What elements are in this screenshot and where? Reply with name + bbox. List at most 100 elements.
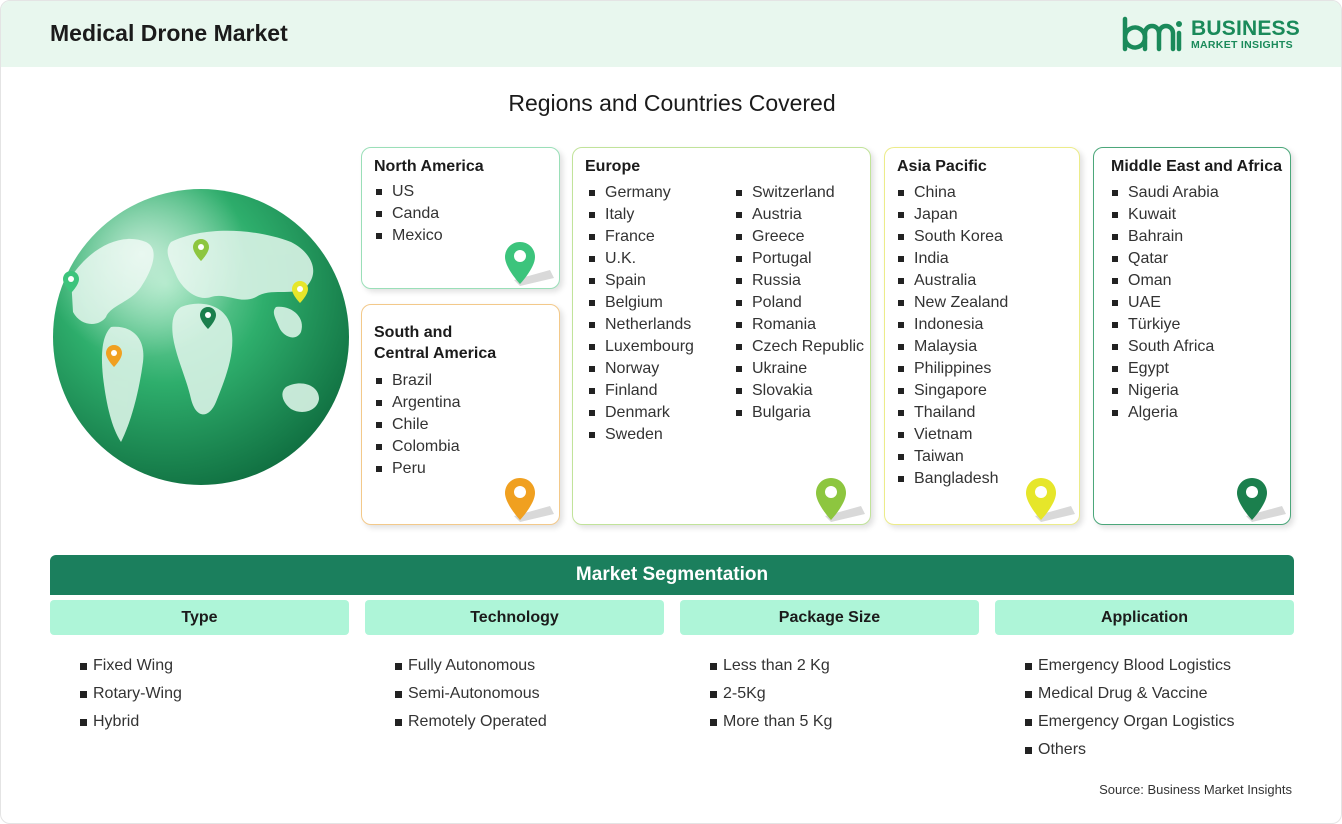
- list-item: Mexico: [375, 225, 443, 247]
- region-title-middle-east-africa: Middle East and Africa: [1111, 158, 1282, 175]
- location-pin-icon: [505, 242, 554, 286]
- list-item: UAE: [1111, 292, 1219, 314]
- segment-list: Emergency Blood Logistics Medical Drug &…: [995, 652, 1294, 764]
- country-list-europe-col1: Germany Italy France U.K. Spain Belgium …: [588, 182, 694, 446]
- list-item: Germany: [588, 182, 694, 204]
- list-item: Bahrain: [1111, 226, 1219, 248]
- list-item: China: [897, 182, 1008, 204]
- region-card-north-america: North America US Canda Mexico: [361, 147, 560, 289]
- list-item: Japan: [897, 204, 1008, 226]
- segment-heading: Package Size: [680, 600, 979, 635]
- list-item: Thailand: [897, 402, 1008, 424]
- list-item: Slovakia: [735, 380, 864, 402]
- list-item: Philippines: [897, 358, 1008, 380]
- region-title-south-central-america: South and Central America: [374, 324, 497, 362]
- region-card-middle-east-africa: Middle East and Africa Saudi Arabia Kuwa…: [1093, 147, 1291, 525]
- region-title-asia-pacific: Asia Pacific: [897, 158, 987, 175]
- region-card-asia-pacific: Asia Pacific China Japan South Korea Ind…: [884, 147, 1080, 525]
- list-item: Taiwan: [897, 446, 1008, 468]
- list-item: Emergency Blood Logistics: [1025, 652, 1294, 680]
- segment-column-package-size: Package Size Less than 2 Kg 2-5Kg More t…: [680, 600, 979, 736]
- regions-title: Regions and Countries Covered: [508, 90, 836, 116]
- segment-heading: Type: [50, 600, 349, 635]
- logo-brand-text: BUSINESS: [1191, 17, 1300, 40]
- list-item: Denmark: [588, 402, 694, 424]
- country-list-north-america: US Canda Mexico: [375, 181, 443, 247]
- list-item: Poland: [735, 292, 864, 314]
- header-bar: Medical Drone Market BUSINESS MARKET INS…: [1, 1, 1341, 67]
- segment-list: Less than 2 Kg 2-5Kg More than 5 Kg: [680, 652, 979, 736]
- list-item: Austria: [735, 204, 864, 226]
- segment-heading: Technology: [365, 600, 664, 635]
- brand-logo: BUSINESS MARKET INSIGHTS: [1121, 15, 1301, 55]
- segment-heading: Application: [995, 600, 1294, 635]
- list-item: Rotary-Wing: [80, 680, 349, 708]
- list-item: Vietnam: [897, 424, 1008, 446]
- location-pin-icon: [816, 478, 865, 522]
- list-item: Greece: [735, 226, 864, 248]
- list-item: Bulgaria: [735, 402, 864, 424]
- list-item: Nigeria: [1111, 380, 1219, 402]
- list-item: 2-5Kg: [710, 680, 979, 708]
- list-item: Semi-Autonomous: [395, 680, 664, 708]
- country-list-south-central-america: Brazil Argentina Chile Colombia Peru: [375, 370, 461, 480]
- location-pin-icon: [1237, 478, 1286, 522]
- list-item: Italy: [588, 204, 694, 226]
- list-item: Brazil: [375, 370, 461, 392]
- region-title-europe: Europe: [585, 158, 641, 175]
- list-item: Argentina: [375, 392, 461, 414]
- list-item: Romania: [735, 314, 864, 336]
- list-item: Less than 2 Kg: [710, 652, 979, 680]
- list-item: Hybrid: [80, 708, 349, 736]
- segment-column-application: Application Emergency Blood Logistics Me…: [995, 600, 1294, 764]
- list-item: Luxembourg: [588, 336, 694, 358]
- list-item: Sweden: [588, 424, 694, 446]
- list-item: More than 5 Kg: [710, 708, 979, 736]
- list-item: Bangladesh: [897, 468, 1008, 490]
- region-title-north-america: North America: [374, 158, 484, 175]
- list-item: Medical Drug & Vaccine: [1025, 680, 1294, 708]
- list-item: Netherlands: [588, 314, 694, 336]
- segment-column-technology: Technology Fully Autonomous Semi-Autonom…: [365, 600, 664, 736]
- list-item: Türkiye: [1111, 314, 1219, 336]
- list-item: Remotely Operated: [395, 708, 664, 736]
- list-item: India: [897, 248, 1008, 270]
- list-item: Fixed Wing: [80, 652, 349, 680]
- list-item: Colombia: [375, 436, 461, 458]
- list-item: Malaysia: [897, 336, 1008, 358]
- list-item: U.K.: [588, 248, 694, 270]
- list-item: Oman: [1111, 270, 1219, 292]
- list-item: Kuwait: [1111, 204, 1219, 226]
- globe-illustration: [53, 189, 349, 485]
- list-item: South Korea: [897, 226, 1008, 248]
- region-card-europe: Europe Germany Italy France U.K. Spain B…: [572, 147, 871, 525]
- list-item: Indonesia: [897, 314, 1008, 336]
- segment-column-type: Type Fixed Wing Rotary-Wing Hybrid: [50, 600, 349, 736]
- list-item: Singapore: [897, 380, 1008, 402]
- list-item: US: [375, 181, 443, 203]
- list-item: Saudi Arabia: [1111, 182, 1219, 204]
- list-item: Russia: [735, 270, 864, 292]
- location-pin-icon: [505, 478, 554, 522]
- list-item: Portugal: [735, 248, 864, 270]
- bmi-logo-icon: [1122, 16, 1182, 52]
- region-card-south-central-america: South and Central America Brazil Argenti…: [361, 304, 560, 525]
- list-item: Others: [1025, 736, 1294, 764]
- list-item: Belgium: [588, 292, 694, 314]
- logo-sub-text: MARKET INSIGHTS: [1191, 39, 1293, 51]
- list-item: Czech Republic: [735, 336, 864, 358]
- segment-list: Fully Autonomous Semi-Autonomous Remotel…: [365, 652, 664, 736]
- list-item: France: [588, 226, 694, 248]
- list-item: Emergency Organ Logistics: [1025, 708, 1294, 736]
- list-item: Australia: [897, 270, 1008, 292]
- list-item: Egypt: [1111, 358, 1219, 380]
- list-item: Peru: [375, 458, 461, 480]
- segment-list: Fixed Wing Rotary-Wing Hybrid: [50, 652, 349, 736]
- list-item: Ukraine: [735, 358, 864, 380]
- list-item: New Zealand: [897, 292, 1008, 314]
- list-item: South Africa: [1111, 336, 1219, 358]
- list-item: Canda: [375, 203, 443, 225]
- list-item: Algeria: [1111, 402, 1219, 424]
- list-item: Chile: [375, 414, 461, 436]
- country-list-middle-east-africa: Saudi Arabia Kuwait Bahrain Qatar Oman U…: [1111, 182, 1219, 424]
